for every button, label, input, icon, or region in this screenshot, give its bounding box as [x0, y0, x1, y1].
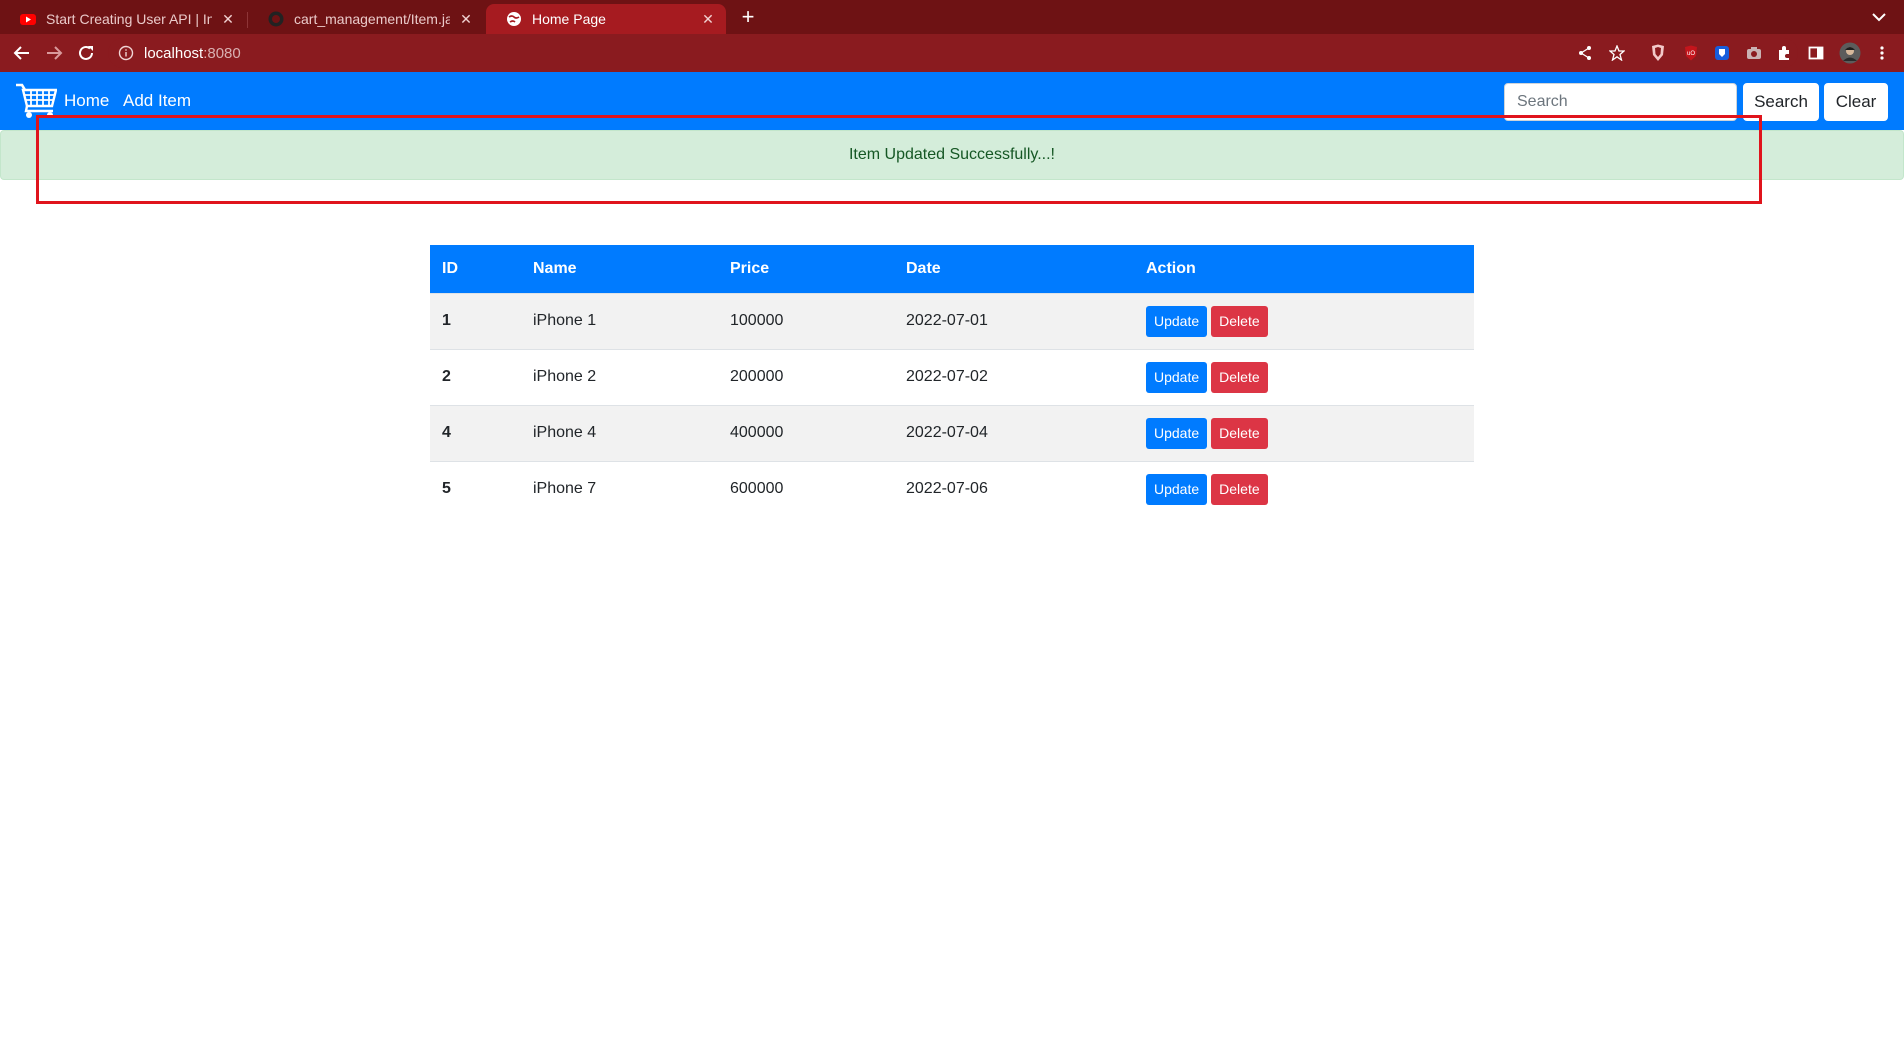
extensions-icon[interactable] — [1774, 43, 1794, 63]
column-header-id: ID — [430, 245, 521, 293]
success-alert: Item Updated Successfully...! — [0, 130, 1904, 180]
table-row: 4 iPhone 4 400000 2022-07-04 Update Delet… — [430, 404, 1474, 461]
url-text: localhost:8080 — [144, 45, 241, 62]
browser-tab[interactable]: cart_management/Item.java ✕ — [248, 4, 484, 34]
item-price: 600000 — [718, 460, 894, 517]
items-table: ID Name Price Date Action 1 iPhone 1 100… — [430, 245, 1474, 517]
item-date: 2022-07-04 — [894, 404, 1134, 461]
chevron-down-icon[interactable] — [1868, 6, 1890, 28]
item-name: iPhone 1 — [521, 292, 718, 349]
item-id: 1 — [430, 292, 521, 349]
back-icon[interactable] — [10, 41, 34, 65]
item-price: 100000 — [718, 292, 894, 349]
browser-toolbar: localhost:8080 uO — [0, 34, 1904, 72]
reload-icon[interactable] — [74, 41, 98, 65]
item-actions: Update Delete — [1134, 404, 1474, 461]
globe-icon — [507, 12, 521, 26]
search-input[interactable] — [1504, 83, 1737, 121]
item-price: 200000 — [718, 348, 894, 405]
table-row: 2 iPhone 2 200000 2022-07-02 Update Delet… — [430, 348, 1474, 405]
column-header-action: Action — [1134, 245, 1474, 293]
nav-link-add-item[interactable]: Add Item — [123, 91, 191, 111]
tab-title: Start Creating User API | Inst — [46, 11, 212, 27]
update-button[interactable]: Update — [1146, 305, 1208, 337]
close-icon[interactable]: ✕ — [218, 9, 238, 29]
menu-icon[interactable] — [1872, 43, 1892, 63]
browser-tab[interactable]: Start Creating User API | Inst ✕ — [0, 4, 246, 34]
item-name: iPhone 4 — [521, 404, 718, 461]
table-header-row: ID Name Price Date Action — [430, 245, 1474, 293]
item-actions: Update Delete — [1134, 348, 1474, 405]
cart-icon[interactable] — [15, 82, 57, 120]
close-icon[interactable]: ✕ — [698, 9, 718, 29]
search-button[interactable]: Search — [1743, 83, 1819, 121]
nav-link-home[interactable]: Home — [64, 91, 109, 111]
brave-shield-icon[interactable] — [1648, 43, 1668, 63]
camera-icon[interactable] — [1744, 43, 1764, 63]
forward-icon[interactable] — [42, 41, 66, 65]
new-tab-button[interactable]: + — [736, 4, 760, 29]
column-header-date: Date — [894, 245, 1134, 293]
bitwarden-icon[interactable] — [1712, 43, 1732, 63]
info-icon[interactable] — [118, 45, 134, 61]
ublock-icon[interactable]: uO — [1681, 43, 1701, 63]
table-row: 5 iPhone 7 600000 2022-07-06 Update Delet… — [430, 460, 1474, 517]
delete-button[interactable]: Delete — [1211, 305, 1268, 337]
clear-button[interactable]: Clear — [1824, 83, 1888, 121]
browser-tab-active[interactable]: Home Page ✕ — [486, 4, 726, 34]
item-id: 5 — [430, 460, 521, 517]
close-icon[interactable]: ✕ — [456, 9, 476, 29]
item-id: 4 — [430, 404, 521, 461]
item-name: iPhone 2 — [521, 348, 718, 405]
profile-avatar[interactable] — [1838, 41, 1862, 65]
tab-title: cart_management/Item.java — [294, 11, 450, 27]
item-date: 2022-07-01 — [894, 292, 1134, 349]
app-navbar: Home Add Item Search Clear — [0, 72, 1904, 130]
item-price: 400000 — [718, 404, 894, 461]
tab-title: Home Page — [532, 11, 606, 27]
item-actions: Update Delete — [1134, 292, 1474, 349]
address-bar[interactable]: localhost:8080 — [108, 38, 1798, 68]
star-icon[interactable] — [1607, 43, 1627, 63]
column-header-name: Name — [521, 245, 718, 293]
update-button[interactable]: Update — [1146, 361, 1208, 393]
delete-button[interactable]: Delete — [1211, 417, 1268, 449]
column-header-price: Price — [718, 245, 894, 293]
svg-text:uO: uO — [1687, 51, 1695, 57]
alert-message: Item Updated Successfully...! — [848, 146, 1055, 163]
update-button[interactable]: Update — [1146, 417, 1208, 449]
item-date: 2022-07-02 — [894, 348, 1134, 405]
sidebar-icon[interactable] — [1806, 43, 1826, 63]
table-row: 1 iPhone 1 100000 2022-07-01 Update Delet… — [430, 292, 1474, 349]
update-button[interactable]: Update — [1146, 473, 1208, 505]
item-id: 2 — [430, 348, 521, 405]
url-port: :8080 — [203, 44, 241, 62]
item-name: iPhone 7 — [521, 460, 718, 517]
github-icon — [268, 11, 284, 27]
delete-button[interactable]: Delete — [1211, 361, 1268, 393]
item-date: 2022-07-06 — [894, 460, 1134, 517]
youtube-icon — [20, 14, 36, 25]
item-actions: Update Delete — [1134, 460, 1474, 517]
share-icon[interactable] — [1575, 43, 1595, 63]
browser-tab-strip: Start Creating User API | Inst ✕ cart_ma… — [0, 0, 1904, 34]
delete-button[interactable]: Delete — [1211, 473, 1268, 505]
url-host: localhost — [144, 44, 204, 62]
